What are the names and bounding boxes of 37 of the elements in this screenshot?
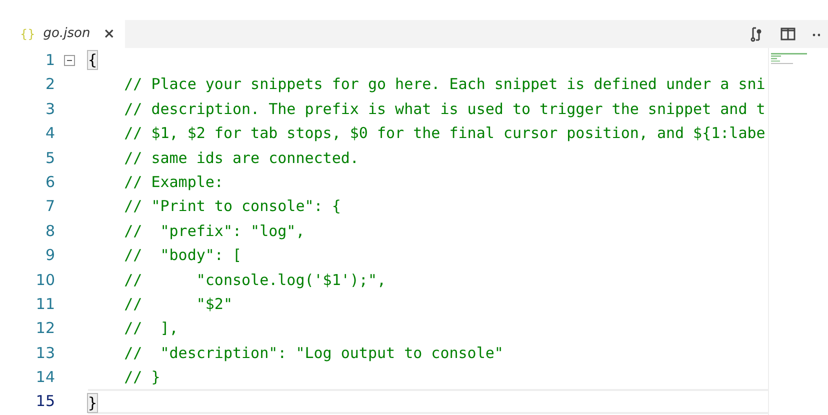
code-comment: // "Print to console": { [123,197,341,216]
code-comment: // description. The prefix is what is used to trigger the snippet and t [123,100,766,118]
tab-label: go.json [43,25,90,44]
code-comment: // "body": [ [123,246,242,264]
code-comment: // "description": "Log output to console" [123,344,504,362]
line-number: 11 [34,294,55,315]
split-editor-icon[interactable] [780,26,796,42]
code-comment: // "console.log('$1');", [123,270,386,289]
line-number: 10 [34,270,55,291]
code-comment: // Place your snippets for go here. Each snippet is defined under a sni [123,75,766,94]
close-icon[interactable]: × [103,24,115,44]
code-comment: // ], [123,319,178,338]
line-number: 14 [34,367,55,388]
code-bracket: } [88,394,98,412]
code-comment: // $1, $2 for tab stops, $0 for the final cursor position, and ${1:labe [123,124,766,142]
tab-file-icon: {} [20,25,36,43]
line-number: 2 [44,74,55,96]
line-number: 15 [34,391,55,412]
line-number: 9 [44,245,55,266]
code-bracket: { [88,51,98,69]
line-number: 4 [44,123,55,144]
code-comment: // "prefix": "log", [123,222,305,240]
line-number: 12 [34,318,55,340]
line-number: 1 [44,50,55,71]
code-comment: // same ids are connected. [123,148,359,167]
line-number: 7 [44,196,55,218]
fold-icon[interactable] [64,54,75,66]
code-comment: // } [123,368,160,386]
code-comment: // "$2" [123,294,232,313]
line-number: 5 [44,148,55,169]
compare-changes-icon[interactable] [748,26,764,42]
line-number: 6 [44,172,55,193]
line-number: 8 [44,220,55,242]
code-comment: // Example: [123,172,224,191]
line-number: 13 [34,342,55,364]
line-number: 3 [44,98,55,120]
editor-tab[interactable]: {} go.json × [0,20,125,48]
